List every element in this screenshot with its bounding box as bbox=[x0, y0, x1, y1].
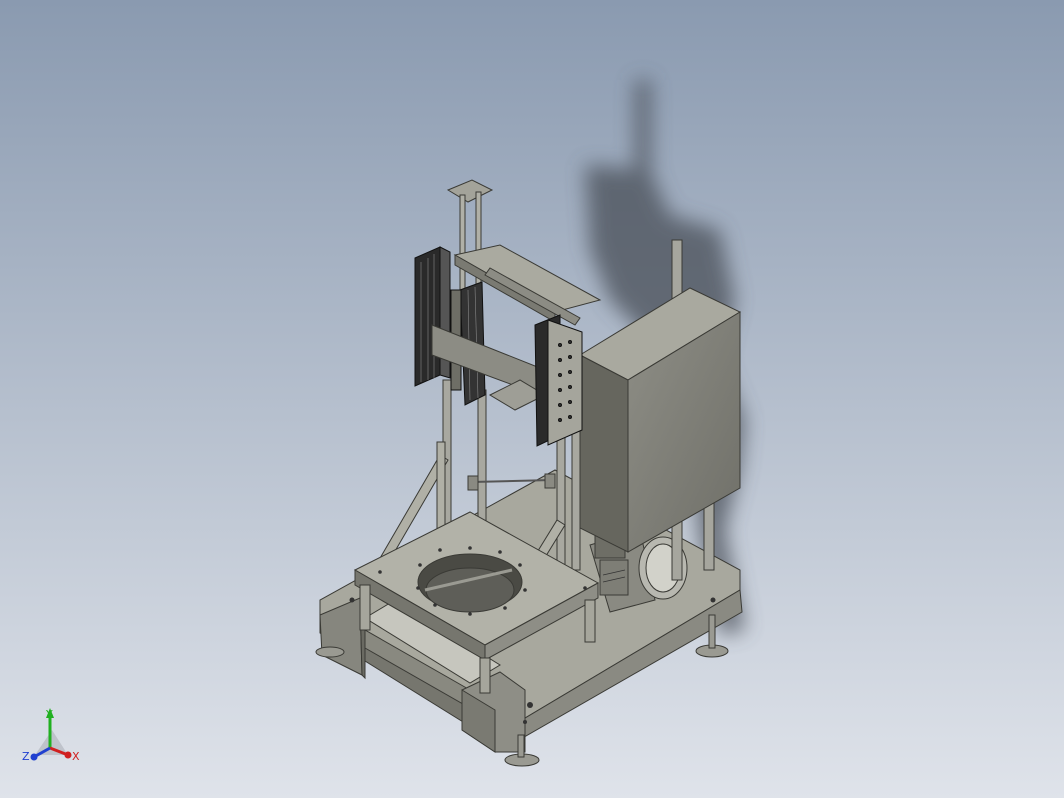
cad-viewport[interactable]: Y X Z bbox=[0, 0, 1064, 798]
triad-label-x: X bbox=[72, 750, 80, 763]
linear-rail-left[interactable] bbox=[414, 246, 451, 387]
cad-canvas[interactable]: Y X Z bbox=[0, 0, 1064, 798]
linear-rail-right[interactable] bbox=[534, 314, 583, 447]
triad-label-z: Z bbox=[22, 750, 30, 763]
triad-label-y: Y bbox=[45, 708, 53, 721]
